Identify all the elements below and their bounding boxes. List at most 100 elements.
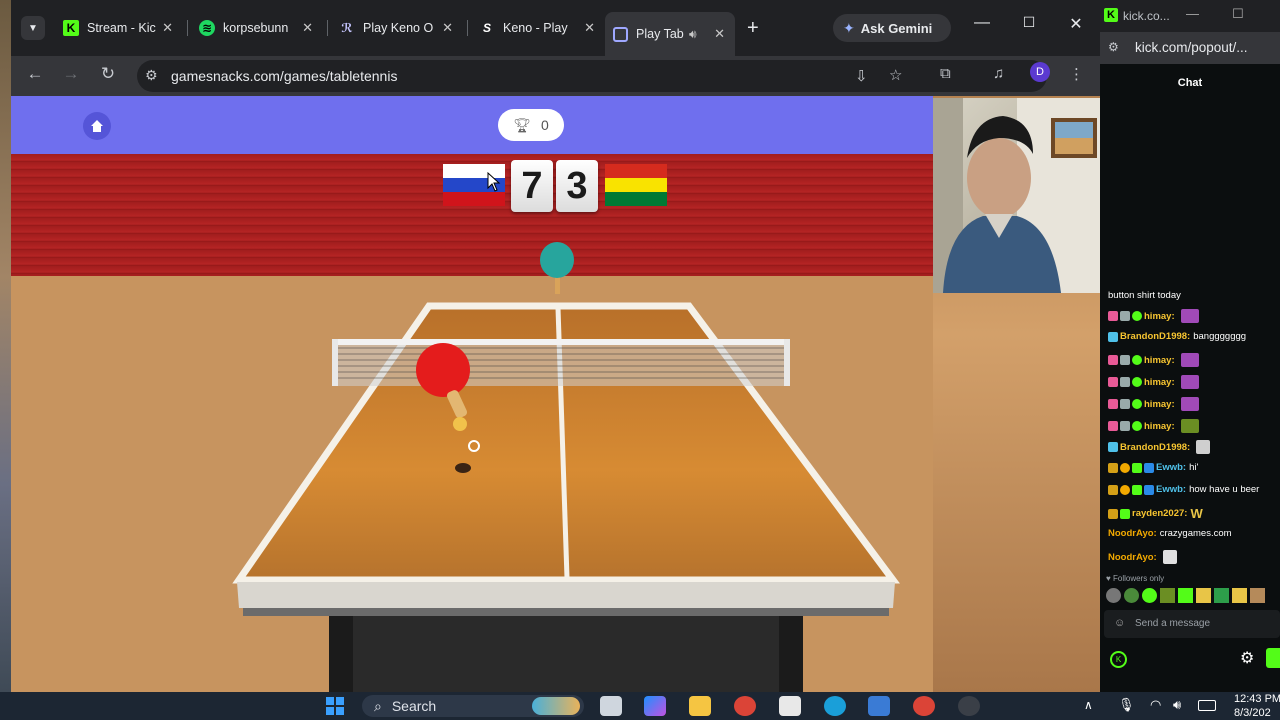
menu-kebab-icon[interactable]: ⋮ [1069, 65, 1084, 83]
opponent-paddle [540, 242, 574, 278]
emote-icon[interactable] [1232, 588, 1247, 603]
badge-icon [1108, 311, 1118, 321]
minimize-button[interactable]: — [1186, 6, 1199, 21]
address-bar[interactable]: ⚙ gamesnacks.com/games/tabletennis ⇩ ☆ [137, 60, 1047, 92]
chat-username[interactable]: NoodrAyo: [1108, 528, 1157, 539]
chat-settings-gear-icon[interactable]: ⚙ [1240, 648, 1254, 668]
close-icon[interactable]: ✕ [302, 20, 313, 36]
close-icon[interactable]: ✕ [714, 26, 725, 42]
emote-icon[interactable] [1106, 588, 1121, 603]
tab-title: Keno - Play [503, 21, 568, 35]
tab-search-chevron-icon[interactable]: ▼ [21, 16, 45, 40]
tab-play-keno[interactable]: ℛ Play Keno O ✕ [331, 12, 463, 44]
chat-username[interactable]: himay: [1144, 377, 1175, 388]
badge-icon [1108, 399, 1118, 409]
site-info-icon[interactable]: ⚙ [145, 67, 158, 84]
badge-icon [1132, 311, 1142, 321]
file-explorer-icon[interactable] [689, 696, 711, 716]
chat-username[interactable]: himay: [1144, 311, 1175, 322]
kick-address-bar[interactable]: ⚙ kick.com/popout/... [1100, 32, 1280, 64]
send-message-input[interactable]: ☺ Send a message [1104, 610, 1280, 638]
emote-picker-icon[interactable]: ☺ [1114, 617, 1125, 629]
chat-text: crazygames.com [1159, 528, 1232, 539]
profile-avatar[interactable]: D [1030, 62, 1050, 82]
tab-title: korpsebunn [223, 21, 289, 35]
tab-title: Play Tab [636, 27, 684, 41]
microphone-icon[interactable]: 🎙︎ [1118, 697, 1135, 713]
chat-text: W [1190, 506, 1203, 521]
net-post-left [332, 339, 338, 386]
spotify-icon: ≋ [199, 20, 215, 36]
chat-username[interactable]: himay: [1144, 421, 1175, 432]
emote-icon [1180, 353, 1199, 367]
emote-icon[interactable] [1196, 588, 1211, 603]
clock-time[interactable]: 12:43 PM [1234, 693, 1280, 705]
badge-icon [1132, 421, 1142, 431]
tab-play-table-tennis[interactable]: Play Tab 🔊︎ ✕ [605, 12, 735, 56]
badge-icon [1108, 377, 1118, 387]
chat-username[interactable]: BrandonD1998: [1120, 331, 1190, 342]
emote-icon[interactable] [1160, 588, 1175, 603]
back-arrow-icon[interactable]: ← [23, 64, 47, 84]
emote-icon[interactable] [1250, 588, 1265, 603]
chat-username[interactable]: himay: [1144, 355, 1175, 366]
chat-username[interactable]: Ewwb: [1156, 484, 1186, 495]
ask-gemini-button[interactable]: ✦ Ask Gemini [833, 14, 951, 42]
copilot-icon[interactable] [644, 696, 666, 716]
wifi-icon[interactable]: ◠ [1150, 697, 1161, 713]
battery-icon[interactable] [1198, 700, 1216, 711]
tab-stream-kick[interactable]: K Stream - Kic ✕ [55, 12, 183, 44]
emote-icon[interactable] [1124, 588, 1139, 603]
tab-spotify[interactable]: ≋ korpsebunn ✕ [191, 12, 323, 44]
close-window-button[interactable]: ✕ [1062, 14, 1090, 34]
tab-title: Stream - Kic [87, 21, 156, 35]
taskbar-search-box[interactable]: ⌕ Search [362, 695, 584, 717]
speaker-icon[interactable]: 🔊︎ [689, 27, 697, 42]
clock-date[interactable]: 8/3/202 [1234, 707, 1271, 719]
chat-message: button shirt today [1108, 290, 1181, 301]
volume-icon[interactable]: 🔊︎ [1173, 697, 1181, 713]
tab-separator [467, 20, 468, 36]
chat-message: himay: [1108, 397, 1199, 411]
install-app-icon[interactable]: ⇩ [855, 67, 868, 85]
emote-icon[interactable] [1178, 588, 1193, 603]
extensions-icon[interactable]: ⧉ [940, 65, 951, 82]
close-icon[interactable]: ✕ [584, 20, 595, 36]
emote-bar[interactable] [1106, 588, 1280, 604]
badge-icon [1108, 355, 1118, 365]
site-info-icon[interactable]: ⚙ [1108, 40, 1119, 54]
reload-icon[interactable]: ↻ [96, 64, 120, 84]
chat-username[interactable]: BrandonD1998: [1120, 442, 1190, 453]
chevron-up-icon[interactable]: ∧ [1084, 698, 1093, 712]
maximize-button[interactable]: ☐ [1015, 14, 1043, 31]
forward-arrow-icon[interactable]: → [59, 64, 83, 84]
media-controls-icon[interactable]: ♫ [993, 65, 1004, 82]
emote-icon[interactable] [1142, 588, 1157, 603]
task-view-icon[interactable] [600, 696, 622, 716]
photos-icon[interactable] [868, 696, 890, 716]
obs-icon[interactable] [958, 696, 980, 716]
tab-keno-play[interactable]: S Keno - Play ✕ [471, 12, 605, 44]
emote-icon[interactable] [1214, 588, 1229, 603]
chat-username[interactable]: himay: [1144, 399, 1175, 410]
minimize-button[interactable]: — [968, 14, 996, 32]
tab-strip: ▼ K Stream - Kic ✕ ≋ korpsebunn ✕ ℛ Play… [11, 0, 1100, 56]
chat-header: Chat [1100, 64, 1280, 98]
microsoft-store-icon[interactable] [779, 696, 801, 716]
chat-send-button[interactable] [1266, 648, 1280, 668]
emote-icon [1196, 440, 1211, 454]
new-tab-button[interactable]: + [747, 16, 759, 40]
chrome-icon[interactable] [734, 696, 756, 716]
chat-username[interactable]: Ewwb: [1156, 462, 1186, 473]
bookmark-star-icon[interactable]: ☆ [889, 66, 902, 84]
chrome-profile-icon[interactable] [913, 696, 935, 716]
close-icon[interactable]: ✕ [442, 20, 453, 36]
edge-icon[interactable] [824, 696, 846, 716]
chat-username[interactable]: NoodrAyo: [1108, 552, 1157, 563]
chat-text: hi' [1189, 462, 1199, 473]
close-icon[interactable]: ✕ [162, 20, 173, 36]
search-icon: ⌕ [374, 697, 382, 714]
chat-username[interactable]: rayden2027: [1132, 508, 1187, 519]
windows-start-icon[interactable] [324, 696, 346, 716]
maximize-button[interactable]: ☐ [1232, 6, 1244, 22]
